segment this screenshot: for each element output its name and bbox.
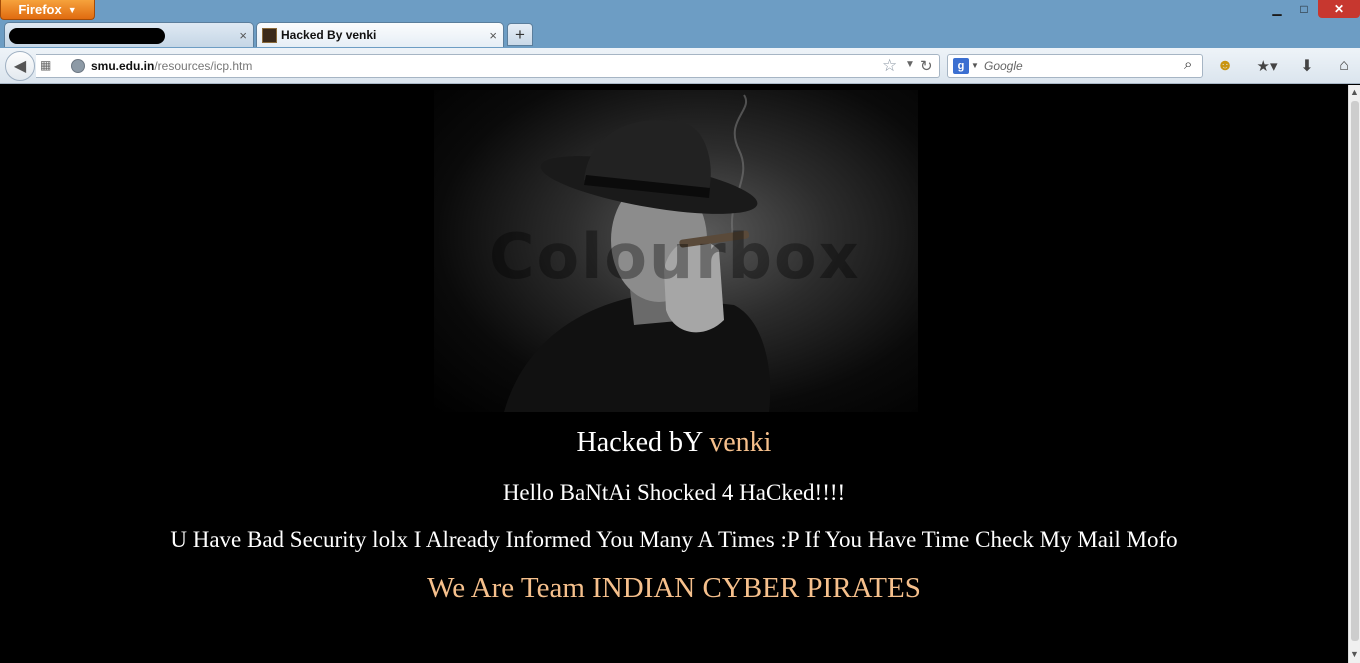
- reload-icon[interactable]: ↻: [920, 57, 933, 75]
- search-icon[interactable]: ⌕: [1184, 56, 1192, 73]
- addon-icon[interactable]: ☻: [1215, 56, 1235, 76]
- heading-prefix: Hacked bY: [576, 427, 710, 458]
- history-icon[interactable]: ▦: [40, 58, 54, 74]
- page-content: Colourbox Hacked bY venki Hello BaNtAi S…: [0, 85, 1348, 663]
- redaction-mark: [9, 28, 165, 44]
- back-button[interactable]: ◀: [5, 51, 35, 81]
- tab-strip: × Hacked By venki × +: [0, 20, 1360, 48]
- url-path: /resources/icp.htm: [154, 59, 253, 73]
- scroll-down-icon[interactable]: ▼: [1349, 649, 1360, 661]
- title-bar: Firefox ▼ ▁ □ ✕: [0, 0, 1360, 22]
- greeting-line: Hello BaNtAi Shocked 4 HaCked!!!!: [502, 480, 846, 505]
- hacker-name: venki: [709, 427, 772, 458]
- tab-hacked-by-venki[interactable]: Hacked By venki ×: [256, 22, 504, 47]
- back-arrow-icon: ◀: [13, 58, 27, 75]
- download-icon[interactable]: ⬇: [1297, 56, 1317, 76]
- globe-icon: [71, 59, 85, 73]
- scroll-thumb[interactable]: [1351, 101, 1359, 641]
- chevron-down-icon: ▼: [67, 4, 77, 15]
- google-engine-icon[interactable]: g: [953, 58, 969, 74]
- hacked-by-heading: Hacked bY venki: [0, 427, 1348, 459]
- tab-redacted[interactable]: ×: [4, 22, 254, 47]
- navigation-bar: ◀ ▦ smu.edu.in/resources/icp.htm ☆ ▼ ↻ g…: [0, 48, 1360, 84]
- team-name-line: We Are Team INDIAN CYBER PIRATES: [427, 572, 921, 604]
- watermark-text: Colourbox: [489, 220, 861, 293]
- close-window-button[interactable]: ✕: [1318, 0, 1360, 18]
- search-input[interactable]: Google: [984, 59, 1023, 73]
- firefox-menu-label: Firefox: [18, 2, 62, 17]
- engine-dropdown-icon[interactable]: ▼: [971, 61, 979, 70]
- url-text[interactable]: smu.edu.in/resources/icp.htm: [91, 59, 252, 73]
- search-bar[interactable]: g ▼ Google ⌕: [947, 54, 1203, 78]
- new-tab-button[interactable]: +: [507, 23, 533, 46]
- bookmark-star-icon[interactable]: ☆: [882, 56, 897, 76]
- home-icon[interactable]: ⌂: [1334, 56, 1354, 76]
- bookmarks-menu-icon[interactable]: ★▾: [1252, 56, 1282, 76]
- minimize-button[interactable]: ▁: [1266, 0, 1288, 18]
- scroll-up-icon[interactable]: ▲: [1349, 87, 1360, 99]
- close-tab-icon[interactable]: ×: [239, 28, 247, 43]
- maximize-button[interactable]: □: [1293, 0, 1315, 18]
- url-host: smu.edu.in: [91, 59, 155, 73]
- security-message-line: U Have Bad Security lolx I Already Infor…: [170, 527, 1178, 552]
- close-tab-icon[interactable]: ×: [489, 28, 497, 43]
- url-history-dropdown-icon[interactable]: ▼: [905, 59, 915, 70]
- url-bar[interactable]: ▦ smu.edu.in/resources/icp.htm ☆ ▼ ↻: [36, 54, 940, 78]
- firefox-menu-button[interactable]: Firefox ▼: [0, 0, 95, 20]
- vertical-scrollbar[interactable]: ▲ ▼: [1348, 85, 1360, 663]
- tab-title: Hacked By venki: [281, 28, 377, 42]
- hacker-photo: Colourbox: [434, 90, 918, 412]
- favicon-icon: [262, 28, 277, 43]
